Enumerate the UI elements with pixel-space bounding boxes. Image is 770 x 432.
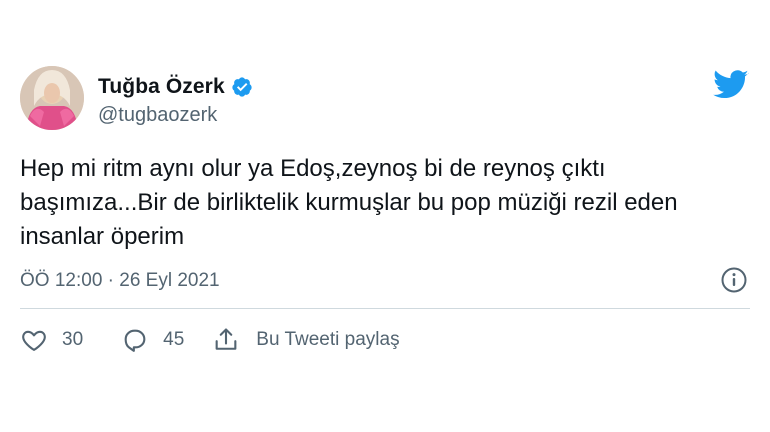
twitter-bird-icon[interactable] xyxy=(713,70,749,100)
tweet-text: Hep mi ritm aynı olur ya Edoş,zeynoş bi … xyxy=(20,155,678,250)
divider xyxy=(20,308,750,309)
like-button[interactable]: 30 xyxy=(20,326,83,354)
action-bar: 30 45 Bu Tweeti paylaş xyxy=(20,322,400,358)
comment-bubble-icon xyxy=(124,329,146,352)
display-name[interactable]: Tuğba Özerk xyxy=(98,75,225,99)
user-handle[interactable]: @tugbaozerk xyxy=(98,104,217,127)
info-icon[interactable] xyxy=(720,266,748,294)
tweet-card: Tuğba Özerk @tugbaozerk Hep mi ritm aynı… xyxy=(0,0,770,432)
tweet-timestamp[interactable]: ÖÖ 12:00 · 26 Eyl 2021 xyxy=(20,270,220,292)
share-button[interactable]: Bu Tweeti paylaş xyxy=(212,326,400,354)
verified-badge-icon xyxy=(231,76,253,98)
share-label: Bu Tweeti paylaş xyxy=(256,329,400,350)
reply-button[interactable]: 45 xyxy=(121,326,184,354)
avatar[interactable] xyxy=(20,66,84,130)
name-row: Tuğba Özerk xyxy=(98,74,253,100)
share-upload-icon xyxy=(215,328,237,350)
reply-count: 45 xyxy=(163,329,185,350)
heart-icon xyxy=(22,330,46,351)
like-count: 30 xyxy=(62,329,84,350)
